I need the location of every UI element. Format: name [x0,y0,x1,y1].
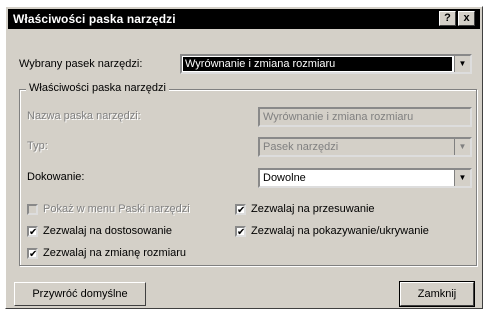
allow-show-hide-label: Zezwalaj na pokazywanie/ukrywanie [251,225,429,237]
help-button[interactable]: ? [439,11,456,26]
group-title: Właściwości paska narzędzi [26,82,169,94]
allow-move-label: Zezwalaj na przesuwanie [251,203,375,215]
check-icon[interactable]: ✔ [27,247,38,259]
check-icon[interactable]: ✔ [235,225,246,237]
check-icon[interactable]: ✔ [27,225,38,237]
selected-toolbar-dropdown[interactable]: Wyrównanie i zmiana rozmiaru ▼ [180,54,472,74]
toolbar-properties-dialog: Właściwości paska narzędzi ? x Wybrany p… [5,6,483,309]
chevron-down-icon[interactable]: ▼ [454,139,470,155]
selected-toolbar-label: Wybrany pasek narzędzi: [19,58,143,70]
show-in-menu-label: Pokaż w menu Paski narzędzi [43,203,190,215]
allow-move-checkbox[interactable]: ✔ Zezwalaj na przesuwanie [235,203,375,215]
chevron-down-icon[interactable]: ▼ [454,170,470,186]
title-bar[interactable]: Właściwości paska narzędzi ? x [8,9,480,29]
docking-value: Dowolne [263,172,306,184]
type-dropdown[interactable]: Pasek narzędzi ▼ [258,137,472,157]
type-label: Typ: [27,140,48,152]
toolbar-name-label: Nazwa paska narzędzi: [27,110,141,122]
restore-defaults-button[interactable]: Przywróć domyślne [14,282,146,306]
docking-dropdown[interactable]: Dowolne ▼ [258,168,472,188]
close-window-button[interactable]: x [458,11,475,26]
docking-label: Dokowanie: [27,171,85,183]
allow-resize-label: Zezwalaj na zmianę rozmiaru [43,247,187,259]
selected-toolbar-value: Wyrównanie i zmiana rozmiaru [183,57,452,71]
chevron-down-icon[interactable]: ▼ [454,56,470,72]
check-icon[interactable]: ✔ [235,203,246,215]
dialog-title: Właściwości paska narzędzi [13,12,176,26]
allow-customize-checkbox[interactable]: ✔ Zezwalaj na dostosowanie [27,225,172,237]
checkbox-box[interactable] [27,203,38,215]
toolbar-name-field[interactable]: Wyrównanie i zmiana rozmiaru [258,107,472,127]
allow-customize-label: Zezwalaj na dostosowanie [43,225,173,237]
toolbar-name-value: Wyrównanie i zmiana rozmiaru [263,111,414,123]
allow-resize-checkbox[interactable]: ✔ Zezwalaj na zmianę rozmiaru [27,247,186,259]
allow-show-hide-checkbox[interactable]: ✔ Zezwalaj na pokazywanie/ukrywanie [235,225,429,237]
show-in-menu-checkbox[interactable]: Pokaż w menu Paski narzędzi [27,203,190,215]
type-value: Pasek narzędzi [263,141,339,153]
close-button[interactable]: Zamknij [399,281,475,307]
